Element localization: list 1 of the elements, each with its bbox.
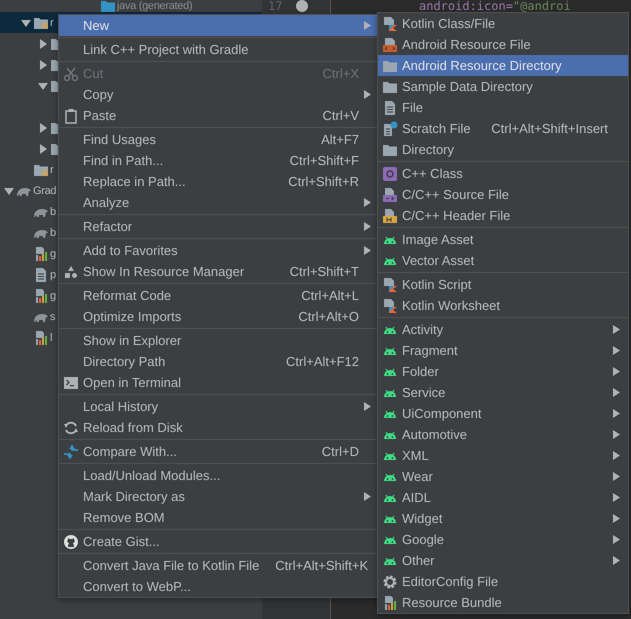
code-line: android:icon="@androi [419, 0, 572, 13]
